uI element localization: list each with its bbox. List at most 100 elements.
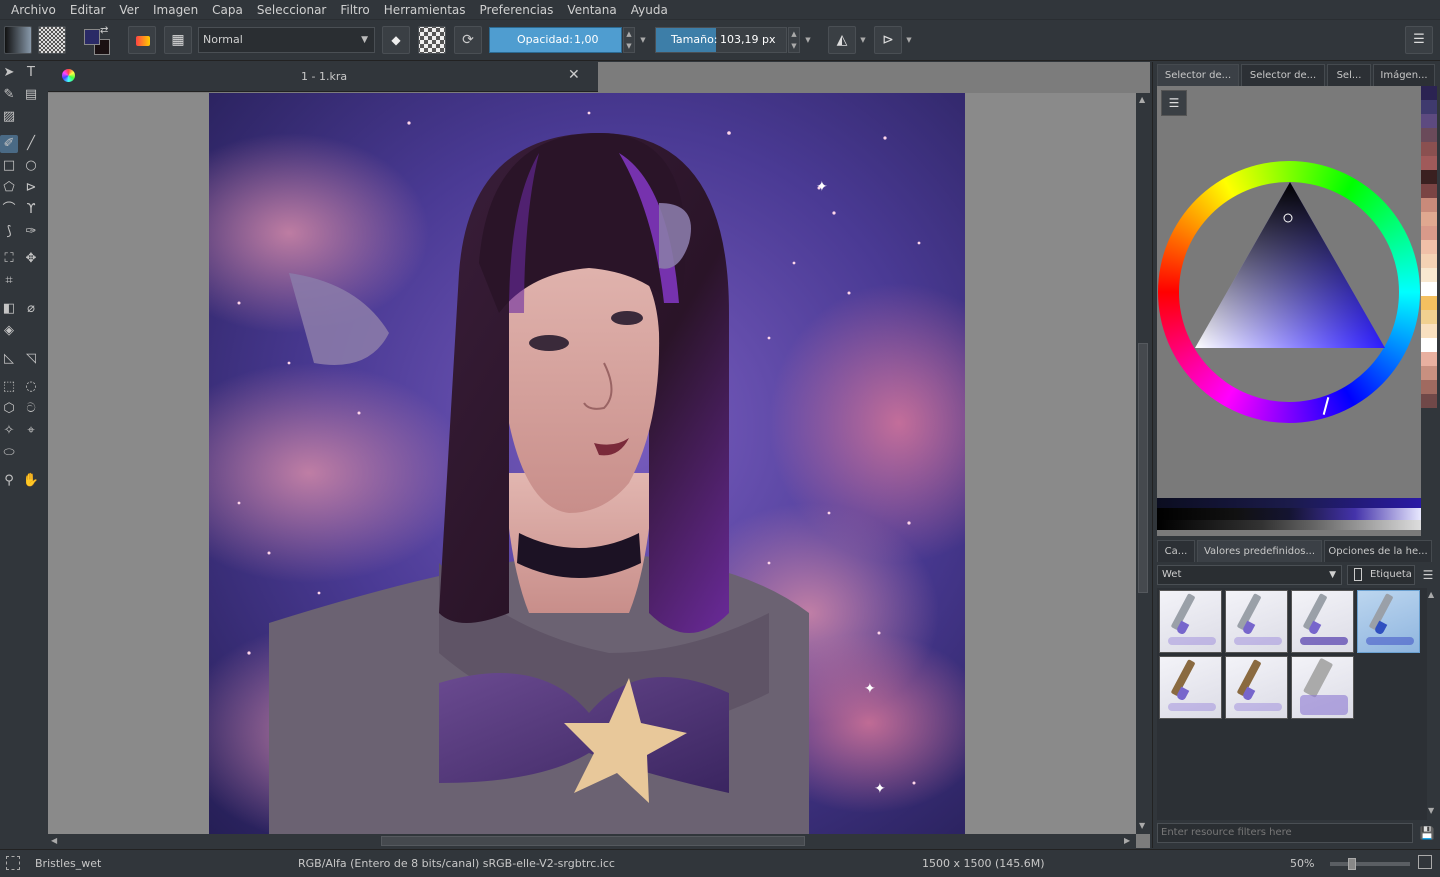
palette-swatch[interactable] bbox=[1421, 310, 1437, 324]
preset-thumbnail[interactable] bbox=[1159, 590, 1222, 653]
preset-filter-select[interactable]: Wet ▼ bbox=[1157, 565, 1342, 585]
horizontal-scroll-thumb[interactable] bbox=[381, 836, 805, 846]
palette-swatch[interactable] bbox=[1421, 296, 1437, 310]
resource-filter-input[interactable]: Enter resource filters here bbox=[1157, 823, 1413, 843]
brush-editor-icon[interactable]: ▦ bbox=[164, 26, 192, 54]
canvas-painting[interactable]: ✦✦✦ ✦✦✦ bbox=[209, 93, 965, 834]
palette-swatch[interactable] bbox=[1421, 128, 1437, 142]
polyline-tool-icon[interactable]: ⊳ bbox=[22, 179, 40, 197]
shade-selector-bar-2[interactable] bbox=[1157, 508, 1421, 520]
mirror-horizontal-menu-arrow[interactable]: ▼ bbox=[857, 27, 869, 53]
shade-selector-bar-3[interactable] bbox=[1157, 520, 1421, 530]
freehand-brush-icon[interactable]: ✐ bbox=[0, 135, 18, 153]
size-spinner[interactable]: ▲ ▼ bbox=[788, 27, 800, 53]
freehand-path-icon[interactable]: ϒ bbox=[22, 201, 40, 219]
scroll-right-arrow[interactable]: ▶ bbox=[1124, 836, 1130, 845]
palette-swatch[interactable] bbox=[1421, 394, 1437, 408]
color-selector-settings-icon[interactable]: ☰ bbox=[1161, 90, 1187, 116]
scroll-down-arrow[interactable]: ▼ bbox=[1139, 821, 1145, 830]
tab-image[interactable]: Imágen... bbox=[1373, 64, 1435, 86]
opacity-menu-arrow[interactable]: ▼ bbox=[637, 27, 649, 53]
ellipse-selection-icon[interactable]: ◌ bbox=[22, 378, 40, 396]
palette-swatch[interactable] bbox=[1421, 254, 1437, 268]
preset-thumbnail[interactable] bbox=[1291, 656, 1354, 719]
edit-shapes-icon[interactable]: ✎ bbox=[0, 86, 18, 104]
crop-tool-icon[interactable]: ⌗ bbox=[0, 272, 18, 290]
select-shapes-icon[interactable]: ➤ bbox=[0, 64, 18, 82]
menu-archivo[interactable]: Archivo bbox=[4, 0, 63, 20]
preset-thumbnail[interactable] bbox=[1225, 656, 1288, 719]
horizontal-scrollbar[interactable]: ◀ ▶ bbox=[48, 834, 1136, 848]
preset-thumbnail[interactable] bbox=[1225, 590, 1288, 653]
mirror-vertical-menu-arrow[interactable]: ▼ bbox=[903, 27, 915, 53]
vertical-scroll-thumb[interactable] bbox=[1138, 343, 1148, 593]
preset-thumbnail-selected[interactable] bbox=[1357, 590, 1420, 653]
docker-menu-icon[interactable]: ☰ bbox=[1405, 26, 1433, 54]
menu-filtro[interactable]: Filtro bbox=[333, 0, 376, 20]
preserve-alpha-button[interactable] bbox=[418, 26, 446, 54]
dynamic-brush-icon[interactable]: ⟆ bbox=[0, 223, 18, 241]
mirror-vertical-icon[interactable]: ⊳ bbox=[874, 26, 902, 54]
palette-swatch[interactable] bbox=[1421, 198, 1437, 212]
palette-swatch[interactable] bbox=[1421, 170, 1437, 184]
menu-ventana[interactable]: Ventana bbox=[560, 0, 623, 20]
fg-bg-color-swatch[interactable]: ⇄ bbox=[82, 25, 112, 55]
zoom-level[interactable]: 50% bbox=[1290, 857, 1314, 870]
bezier-curve-icon[interactable]: ⌒ bbox=[0, 201, 18, 219]
blend-mode-select[interactable]: Normal ▼ bbox=[198, 27, 375, 53]
opacity-spinner[interactable]: ▲ ▼ bbox=[623, 27, 635, 53]
brush-presets-icon[interactable] bbox=[128, 26, 156, 54]
scroll-up-arrow[interactable]: ▲ bbox=[1139, 95, 1145, 104]
zoom-slider[interactable] bbox=[1330, 858, 1410, 870]
transform-tool-icon[interactable]: ⛶ bbox=[0, 250, 18, 268]
preset-view-options-icon[interactable]: ☰ bbox=[1419, 565, 1437, 585]
polygon-selection-icon[interactable]: ⬡ bbox=[0, 400, 18, 418]
preset-thumbnail[interactable] bbox=[1291, 590, 1354, 653]
multibrush-icon[interactable]: ✑ bbox=[22, 223, 40, 241]
assistant-tool-icon[interactable]: ◺ bbox=[0, 350, 18, 368]
palette-swatch[interactable] bbox=[1421, 100, 1437, 114]
text-tool-icon[interactable]: T bbox=[22, 64, 40, 82]
menu-ver[interactable]: Ver bbox=[112, 0, 146, 20]
palette-swatch[interactable] bbox=[1421, 282, 1437, 296]
scroll-left-arrow[interactable]: ◀ bbox=[51, 836, 57, 845]
tab-sel[interactable]: Sel... bbox=[1327, 64, 1371, 86]
document-tab[interactable]: 1 - 1.kra ✕ bbox=[48, 62, 598, 92]
palette-swatch[interactable] bbox=[1421, 184, 1437, 198]
bezier-selection-icon[interactable]: ⬭ bbox=[0, 444, 18, 462]
tag-button[interactable]: Etiqueta bbox=[1347, 565, 1415, 585]
calligraphy-icon[interactable]: ▤ bbox=[22, 86, 40, 104]
palette-swatch[interactable] bbox=[1421, 268, 1437, 282]
tab-advanced-color-selector[interactable]: Selector de... bbox=[1157, 64, 1239, 86]
pattern-selector-button[interactable] bbox=[38, 26, 66, 54]
mirror-horizontal-icon[interactable]: ◭ bbox=[828, 26, 856, 54]
scroll-down-arrow[interactable]: ▼ bbox=[1428, 806, 1434, 815]
palette-swatch[interactable] bbox=[1421, 240, 1437, 254]
foreground-color-swatch[interactable] bbox=[84, 29, 100, 45]
shade-selector-bar-1[interactable] bbox=[1157, 498, 1421, 508]
similar-selection-icon[interactable]: ⌖ bbox=[22, 422, 40, 440]
gradient-selector-button[interactable] bbox=[4, 26, 32, 54]
preset-thumbnail[interactable] bbox=[1159, 656, 1222, 719]
close-icon[interactable]: ✕ bbox=[568, 67, 580, 83]
palette-swatch[interactable] bbox=[1421, 156, 1437, 170]
pan-tool-icon[interactable]: ✋ bbox=[22, 472, 40, 490]
palette-swatch[interactable] bbox=[1421, 142, 1437, 156]
reload-preset-button[interactable]: ⟳ bbox=[454, 26, 482, 54]
fill-bucket-icon[interactable]: ◈ bbox=[0, 322, 18, 340]
palette-swatch[interactable] bbox=[1421, 226, 1437, 240]
swap-colors-icon[interactable]: ⇄ bbox=[100, 25, 108, 36]
measure-tool-icon[interactable]: ◹ bbox=[22, 350, 40, 368]
color-history-palette[interactable] bbox=[1421, 86, 1437, 431]
tab-ca[interactable]: Ca... bbox=[1157, 540, 1195, 562]
palette-swatch[interactable] bbox=[1421, 324, 1437, 338]
magic-wand-icon[interactable]: ✧ bbox=[0, 422, 18, 440]
polygon-tool-icon[interactable]: ⬠ bbox=[0, 179, 18, 197]
vertical-scrollbar[interactable]: ▲ ▼ bbox=[1136, 93, 1150, 834]
presets-scrollbar[interactable]: ▲ ▼ bbox=[1427, 588, 1437, 820]
zoom-slider-knob[interactable] bbox=[1348, 858, 1356, 870]
move-tool-icon[interactable]: ✥ bbox=[22, 250, 40, 268]
menu-herramientas[interactable]: Herramientas bbox=[377, 0, 473, 20]
tab-tool-options[interactable]: Opciones de la he... bbox=[1324, 540, 1432, 562]
gradient-tool-icon[interactable]: ▨ bbox=[0, 108, 18, 126]
